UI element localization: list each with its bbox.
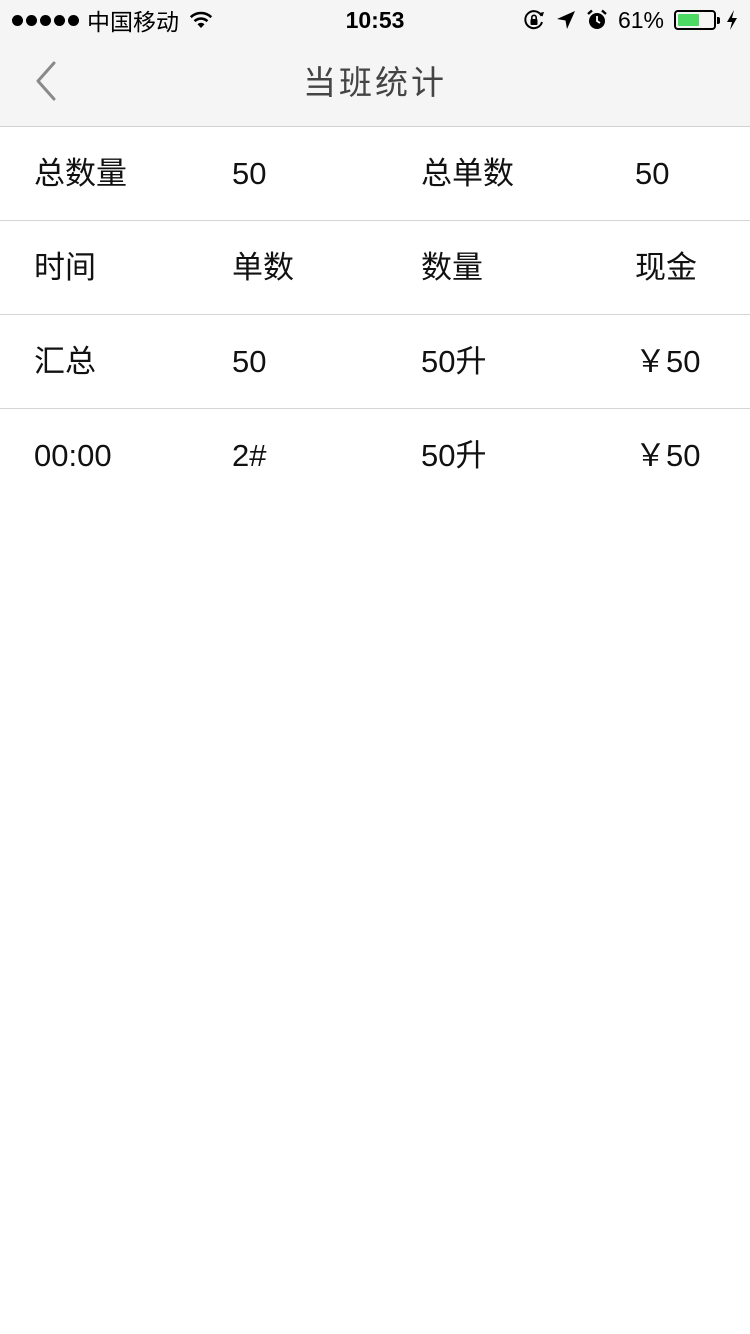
total-orders-value: 50	[635, 156, 670, 191]
battery-level	[678, 14, 699, 26]
total-quantity-label: 总数量	[34, 156, 127, 191]
column-header-cash: 现金	[635, 250, 697, 285]
page-title: 当班统计	[303, 64, 447, 101]
summary-row: 总数量 50 总单数 50	[0, 127, 750, 221]
cell-quantity: 50升	[421, 438, 487, 473]
cell-time: 汇总	[34, 344, 96, 379]
cell-cash: ￥50	[635, 344, 701, 379]
alarm-clock-icon	[586, 9, 608, 31]
table-header-row: 时间 单数 数量 现金	[0, 221, 750, 315]
cell-orders: 2#	[232, 438, 267, 473]
column-header-time: 时间	[34, 250, 96, 285]
battery-icon	[674, 10, 720, 30]
rotation-lock-icon	[522, 8, 546, 32]
status-bar: 中国移动 10:53 61%	[0, 0, 750, 40]
charging-bolt-icon	[726, 9, 738, 31]
cell-quantity: 50升	[421, 344, 487, 379]
status-right: 61%	[522, 0, 738, 40]
table-row: 汇总 50 50升 ￥50	[0, 315, 750, 409]
shift-stats-table: 总数量 50 总单数 50 时间 单数 数量 现金 汇总 50 50升 ￥50 …	[0, 127, 750, 502]
location-arrow-icon	[556, 10, 576, 30]
cell-time: 00:00	[34, 438, 112, 473]
column-header-orders: 单数	[232, 250, 294, 285]
cell-orders: 50	[232, 344, 267, 379]
total-quantity-value: 50	[232, 156, 267, 191]
cell-cash: ￥50	[635, 438, 701, 473]
column-header-quantity: 数量	[421, 250, 483, 285]
navigation-bar: 当班统计	[0, 40, 750, 127]
battery-percent: 61%	[617, 6, 664, 33]
total-orders-label: 总单数	[421, 156, 514, 191]
table-row: 00:00 2# 50升 ￥50	[0, 409, 750, 502]
